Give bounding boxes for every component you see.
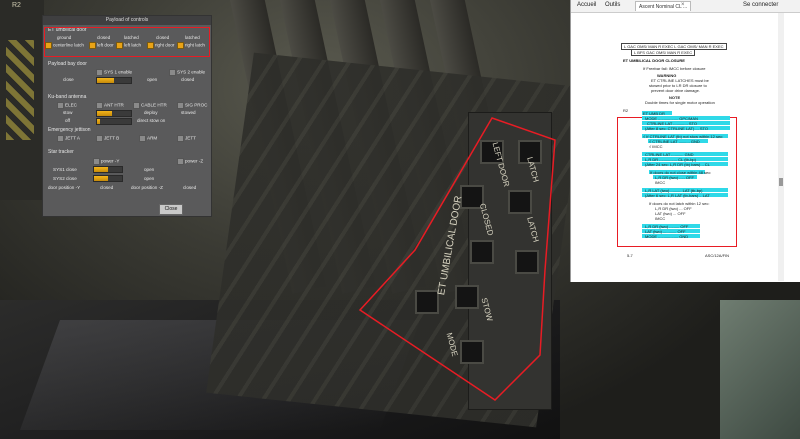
star-sys2-slider[interactable] (93, 175, 123, 182)
ku-direct-stow-label: direct stow on (137, 118, 166, 123)
procedure-step: IMCC (655, 180, 666, 185)
star-sys1-slider[interactable] (93, 166, 123, 173)
document-scrollbar[interactable] (778, 13, 784, 281)
star-sys2-label: SYS2 close (53, 176, 77, 181)
procedure-step: (After 6 sec: L,R LAT (tb-bars) .. LAT (645, 193, 710, 198)
procedure-step: IMCC (655, 216, 666, 221)
panel-ref: R2 (623, 108, 629, 113)
ku-elec-checkbox[interactable]: ELEC (57, 102, 77, 109)
signin-link[interactable]: Se connecter (743, 2, 778, 8)
bay-door-slider[interactable] (96, 77, 132, 84)
browser-window: Accueil Outils Ascent Nominal CL ... × S… (570, 0, 800, 282)
freebar-note: If Freebar fail: IMCC before closure (643, 66, 706, 71)
ku-cable-htr-checkbox[interactable]: CABLE HTR (133, 102, 167, 109)
menu-outils[interactable]: Outils (605, 2, 620, 8)
star-door-z-status: closed (183, 185, 197, 190)
star-door-z-label: door position -Z (131, 185, 163, 190)
doc-id: ASC/12A/FIN (705, 253, 730, 258)
bay-door-heading: Payload bay door (48, 61, 87, 67)
procedure-step: MODE .................. GND (645, 234, 689, 239)
tab-close-icon[interactable]: × (681, 2, 685, 8)
bay-sys1-checkbox[interactable]: SYS 1 enable (96, 69, 132, 76)
warning-line: prevent door drive damage. (651, 88, 700, 93)
star-sys1-open: open (144, 167, 155, 172)
bay-closed-status: closed (181, 77, 195, 82)
ku-sig-proc-checkbox[interactable]: SIG PROC (177, 102, 207, 109)
page-number: 5-7 (627, 253, 633, 258)
jettison-heading: Emergency jettison (48, 127, 91, 133)
bay-close-label: close (63, 77, 74, 82)
procedure-step: (After 8 sec: CTRLINE LAT) ... STO (645, 126, 708, 131)
ku-off-label: off (65, 118, 71, 123)
ku-ant-htr-checkbox[interactable]: ANT HTR (96, 102, 124, 109)
doc-header: L BFS GAC OMS/ MAN R EXEC (631, 49, 696, 56)
star-door-y-label: door position -Y (48, 185, 81, 190)
bay-sys2-checkbox[interactable]: SYS 2 enable (169, 69, 205, 76)
menu-accueil[interactable]: Accueil (577, 2, 596, 8)
bay-open-label: open (147, 77, 158, 82)
star-sys1-label: SYS1 close (53, 167, 77, 172)
dialog-title: Payload of controls (43, 16, 211, 25)
jett-a-checkbox[interactable]: JETT A (57, 135, 80, 142)
jett-checkbox[interactable]: JETT (177, 135, 196, 142)
ku-stowed-status: stowed (181, 110, 196, 115)
star-door-y-status: closed (100, 185, 114, 190)
dialog-close-button[interactable]: Close (159, 204, 183, 215)
star-sys2-open: open (144, 176, 155, 181)
star-tracker-heading: Star tracker (48, 149, 74, 155)
ku-deploy-label: deploy (144, 110, 158, 115)
checklist-document: L GAC OMS/ MAN R EXEC L GAC OMS/ MAN R E… (573, 13, 777, 281)
star-power-z-checkbox[interactable]: power -Z (177, 158, 203, 165)
jett-arm-checkbox[interactable]: ARM (139, 135, 157, 142)
ku-heading: Ku-band antenna (48, 94, 87, 100)
scrollbar-thumb[interactable] (779, 178, 783, 186)
jett-b-checkbox[interactable]: JETT B (96, 135, 119, 142)
star-power-y-checkbox[interactable]: power -Y (93, 158, 119, 165)
ku-deploy-slider[interactable] (96, 110, 132, 117)
note-line: Double times for single motor operation (645, 100, 715, 105)
ku-stow-label: stow (63, 110, 73, 115)
ku-direct-stow-slider[interactable] (96, 118, 132, 125)
section-title: ET UMBILICAL DOOR CLOSURE (623, 58, 685, 63)
procedure-step: (After 24 sec: L,R DR (tb) bars) .. CL (645, 162, 710, 167)
browser-toolbar: Accueil Outils Ascent Nominal CL ... × S… (571, 0, 800, 13)
procedure-step: √ IMCC (649, 144, 663, 149)
et-door-highlight (44, 27, 210, 57)
